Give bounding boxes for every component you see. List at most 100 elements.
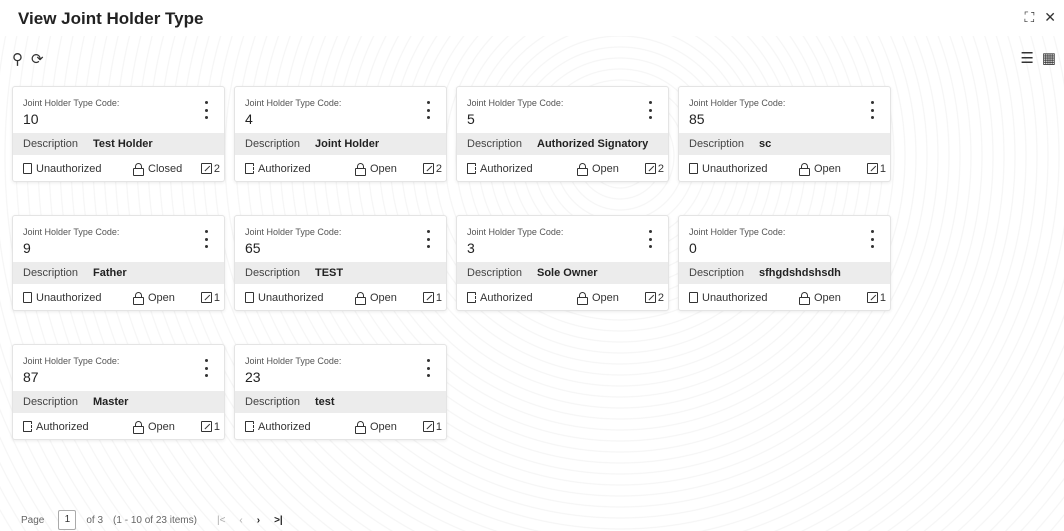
card-header: Joint Holder Type Code: 87 <box>13 345 224 391</box>
status-row: Unauthorized Open 1 <box>13 284 224 311</box>
authorization-text: Authorized <box>258 162 311 175</box>
kebab-menu-icon[interactable] <box>646 101 654 119</box>
lock-icon <box>577 291 588 305</box>
authorization-status: Unauthorized <box>245 292 355 304</box>
lock-icon <box>355 291 366 305</box>
record-card[interactable]: Joint Holder Type Code: 23 Description t… <box>234 344 447 440</box>
pager-nav: |< ‹ › >| <box>217 515 283 526</box>
code-value: 87 <box>23 369 39 385</box>
first-page-icon[interactable]: |< <box>217 515 225 526</box>
description-row: Description sc <box>679 133 890 155</box>
document-icon <box>467 292 476 303</box>
document-icon <box>689 163 698 174</box>
kebab-menu-icon[interactable] <box>424 101 432 119</box>
edit-icon <box>200 421 212 432</box>
authorization-status: Authorized <box>467 292 577 304</box>
modification-number: 1 <box>879 162 886 175</box>
status-row: Unauthorized Open 1 <box>679 284 890 311</box>
description-row: Description Test Holder <box>13 133 224 155</box>
record-status-text: Open <box>370 420 397 433</box>
description-value: Master <box>93 396 129 408</box>
record-card[interactable]: Joint Holder Type Code: 9 Description Fa… <box>12 215 225 311</box>
code-value: 0 <box>689 240 697 256</box>
code-value: 9 <box>23 240 31 256</box>
description-row: Description Authorized Signatory <box>457 133 668 155</box>
description-value: TEST <box>315 267 344 279</box>
status-row: Unauthorized Open 1 <box>679 155 890 182</box>
refresh-icon[interactable]: ⟳ <box>31 50 44 68</box>
search-icon[interactable]: ⚲ <box>12 50 23 68</box>
record-status-text: Open <box>148 291 175 304</box>
card-header: Joint Holder Type Code: 4 <box>235 87 446 133</box>
document-icon <box>245 292 254 303</box>
code-label: Joint Holder Type Code: <box>23 227 120 237</box>
authorization-text: Unauthorized <box>258 291 324 304</box>
close-icon[interactable]: ✕ <box>1044 9 1056 25</box>
kebab-menu-icon[interactable] <box>202 101 210 119</box>
card-header: Joint Holder Type Code: 10 <box>13 87 224 133</box>
page-title: View Joint Holder Type <box>18 9 204 28</box>
authorization-text: Unauthorized <box>36 162 102 175</box>
authorization-status: Authorized <box>467 163 577 175</box>
prev-page-icon[interactable]: ‹ <box>239 515 242 526</box>
code-value: 65 <box>245 240 261 256</box>
edit-icon <box>422 292 434 303</box>
kebab-menu-icon[interactable] <box>202 230 210 248</box>
lock-icon <box>133 420 144 434</box>
record-card[interactable]: Joint Holder Type Code: 65 Description T… <box>234 215 447 311</box>
pagination: Page 1 of 3 (1 - 10 of 23 items) |< ‹ › … <box>21 510 283 530</box>
list-view-icon[interactable]: ☰ <box>1020 49 1033 67</box>
record-status: Open <box>133 291 175 305</box>
status-row: Authorized Open 2 <box>457 284 668 311</box>
modification-number: 2 <box>657 162 664 175</box>
document-icon <box>245 421 254 432</box>
description-row: Description TEST <box>235 262 446 284</box>
record-card[interactable]: Joint Holder Type Code: 10 Description T… <box>12 86 225 182</box>
authorization-status: Authorized <box>245 163 355 175</box>
card-header: Joint Holder Type Code: 0 <box>679 216 890 262</box>
kebab-menu-icon[interactable] <box>868 230 876 248</box>
card-grid: Joint Holder Type Code: 10 Description T… <box>12 86 891 440</box>
kebab-menu-icon[interactable] <box>424 359 432 377</box>
status-row: Unauthorized Closed 2 <box>13 155 224 182</box>
page-label: Page <box>21 514 45 526</box>
status-row: Authorized Open 1 <box>235 413 446 440</box>
edit-icon <box>422 421 434 432</box>
description-value: Sole Owner <box>537 267 598 279</box>
kebab-menu-icon[interactable] <box>202 359 210 377</box>
record-card[interactable]: Joint Holder Type Code: 3 Description So… <box>456 215 669 311</box>
record-card[interactable]: Joint Holder Type Code: 0 Description sf… <box>678 215 891 311</box>
description-label: Description <box>23 138 79 150</box>
modification-number: 2 <box>213 162 220 175</box>
description-label: Description <box>245 396 301 408</box>
record-card[interactable]: Joint Holder Type Code: 85 Description s… <box>678 86 891 182</box>
record-card[interactable]: Joint Holder Type Code: 4 Description Jo… <box>234 86 447 182</box>
description-label: Description <box>689 267 745 279</box>
record-status-text: Closed <box>148 162 183 175</box>
record-card[interactable]: Joint Holder Type Code: 5 Description Au… <box>456 86 669 182</box>
record-card[interactable]: Joint Holder Type Code: 87 Description M… <box>12 344 225 440</box>
modification-number: 2 <box>657 291 664 304</box>
kebab-menu-icon[interactable] <box>868 101 876 119</box>
code-value: 5 <box>467 111 475 127</box>
page-number-input[interactable]: 1 <box>58 510 77 530</box>
document-icon <box>23 163 32 174</box>
modification-number: 1 <box>879 291 886 304</box>
description-label: Description <box>245 138 301 150</box>
modification-count: 1 <box>866 162 886 175</box>
modification-count: 2 <box>422 163 442 175</box>
last-page-icon[interactable]: >| <box>274 515 283 526</box>
lock-icon <box>799 162 810 176</box>
record-status-text: Open <box>814 291 841 304</box>
toolbar: ⚲ ⟳ <box>12 50 44 68</box>
kebab-menu-icon[interactable] <box>424 230 432 248</box>
status-row: Authorized Open 2 <box>235 155 446 182</box>
description-row: Description sfhgdshdshsdh <box>679 262 890 284</box>
grid-view-icon[interactable]: ▦ <box>1042 49 1056 67</box>
description-value: test <box>315 396 335 408</box>
next-page-icon[interactable]: › <box>257 515 260 526</box>
card-header: Joint Holder Type Code: 65 <box>235 216 446 262</box>
card-header: Joint Holder Type Code: 9 <box>13 216 224 262</box>
expand-icon[interactable]: ⛶ <box>1024 9 1034 25</box>
kebab-menu-icon[interactable] <box>646 230 654 248</box>
